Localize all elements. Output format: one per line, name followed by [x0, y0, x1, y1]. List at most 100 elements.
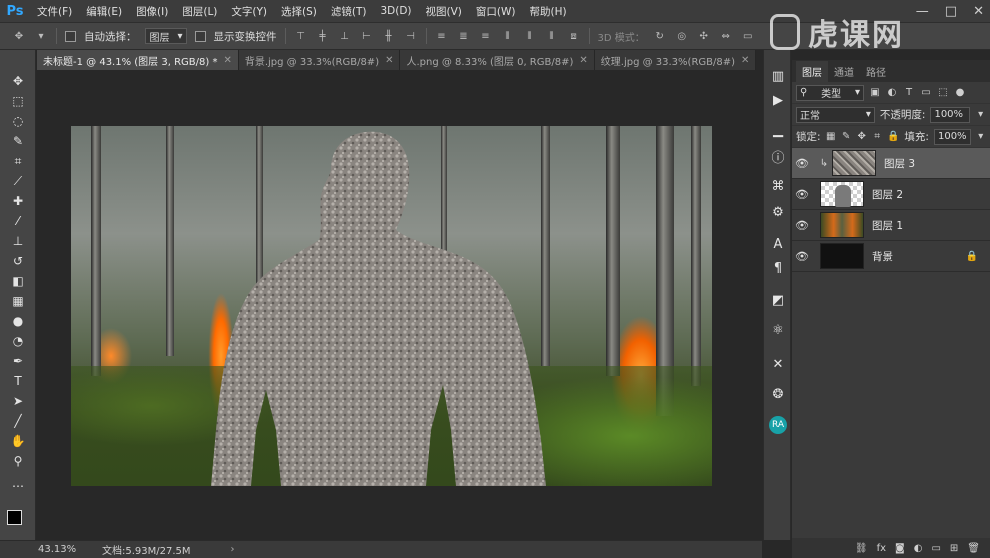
3d-roll-icon[interactable]: ◎: [675, 30, 689, 42]
color-swatches[interactable]: [7, 510, 31, 536]
layer-name[interactable]: 图层 1: [872, 218, 903, 233]
tab-background-jpg[interactable]: 背景.jpg @ 33.3%(RGB/8#) ✕: [238, 50, 401, 70]
menu-type[interactable]: 文字(Y): [224, 4, 274, 19]
menu-layer[interactable]: 图层(L): [175, 4, 224, 19]
tool-preset-dropdown-icon[interactable]: ▾: [34, 30, 48, 42]
tab-layers[interactable]: 图层: [796, 61, 828, 82]
lasso-tool-icon[interactable]: ◌: [8, 112, 28, 130]
auto-align-icon[interactable]: ⧈: [567, 30, 581, 42]
tools-x-icon[interactable]: ✕: [768, 354, 788, 374]
layer-name[interactable]: 背景: [872, 249, 893, 264]
layer-row-background[interactable]: 👁 背景 🔒: [792, 241, 990, 272]
move-tool-icon[interactable]: ✥: [8, 72, 28, 90]
show-transform-checkbox[interactable]: [194, 30, 206, 42]
tab-channels[interactable]: 通道: [828, 61, 860, 82]
close-icon[interactable]: ✕: [385, 55, 393, 66]
align-top-icon[interactable]: ⊤: [294, 30, 308, 42]
foreground-color[interactable]: [7, 510, 22, 525]
align-bottom-icon[interactable]: ⊥: [338, 30, 352, 42]
lock-position-icon[interactable]: ✥: [856, 131, 866, 143]
distribute-vcenter-icon[interactable]: ≣: [457, 30, 471, 42]
more-tools-icon[interactable]: …: [8, 474, 28, 492]
3d-slide-icon[interactable]: ⇔: [719, 30, 733, 42]
menu-select[interactable]: 选择(S): [274, 4, 324, 19]
group-icon[interactable]: ▭: [931, 543, 940, 554]
paragraph-panel-icon[interactable]: ¶: [768, 258, 788, 278]
3d-orbit-icon[interactable]: ↻: [653, 30, 667, 42]
distribute-top-icon[interactable]: ≡: [435, 30, 449, 42]
history-panel-icon[interactable]: ▥: [768, 66, 788, 86]
layer-filter-kind-select[interactable]: ⚲ 类型 ▾: [796, 84, 864, 101]
fill-input[interactable]: 100%: [933, 128, 971, 145]
character-panel-icon[interactable]: A: [768, 234, 788, 254]
menu-file[interactable]: 文件(F): [30, 4, 79, 19]
pen-tool-icon[interactable]: ✒: [8, 352, 28, 370]
status-menu-arrow[interactable]: ›: [231, 544, 235, 555]
filter-smart-object-icon[interactable]: ⬚: [937, 87, 949, 99]
align-hcenter-icon[interactable]: ╫: [382, 30, 396, 42]
3d-panel-icon[interactable]: ⚛: [768, 320, 788, 340]
new-layer-icon[interactable]: ⊞: [950, 543, 958, 554]
lock-transparent-icon[interactable]: ▦: [826, 131, 836, 143]
lock-paint-icon[interactable]: ✎: [841, 131, 851, 143]
blend-mode-select[interactable]: 正常 ▾: [796, 106, 875, 123]
menu-view[interactable]: 视图(V): [419, 4, 469, 19]
chevron-down-icon[interactable]: ▾: [975, 109, 986, 121]
mask-icon[interactable]: ◙: [895, 543, 905, 554]
blur-tool-icon[interactable]: ●: [8, 312, 28, 330]
zoom-level[interactable]: 43.13%: [38, 544, 78, 555]
document-canvas[interactable]: [71, 126, 712, 486]
auto-select-dropdown[interactable]: 图层 ▾: [144, 28, 187, 44]
filter-adjustment-icon[interactable]: ◐: [886, 87, 898, 99]
filter-pixel-icon[interactable]: ▣: [869, 87, 881, 99]
close-icon[interactable]: ✕: [223, 55, 231, 66]
3d-pan-icon[interactable]: ✣: [697, 30, 711, 42]
trash-icon[interactable]: 🗑: [967, 543, 980, 554]
clone-stamp-tool-icon[interactable]: ⊥: [8, 232, 28, 250]
menu-window[interactable]: 窗口(W): [469, 4, 523, 19]
ra-plugin-icon[interactable]: RA: [769, 416, 787, 434]
hand-tool-icon[interactable]: ✋: [8, 432, 28, 450]
eraser-tool-icon[interactable]: ◧: [8, 272, 28, 290]
close-icon[interactable]: ✕: [579, 55, 587, 66]
healing-brush-tool-icon[interactable]: ✚: [8, 192, 28, 210]
lock-all-icon[interactable]: 🔒: [887, 131, 899, 143]
eye-icon[interactable]: 👁: [792, 219, 812, 232]
close-icon[interactable]: ✕: [741, 55, 749, 66]
menu-3d[interactable]: 3D(D): [373, 5, 418, 17]
gradient-tool-icon[interactable]: ▦: [8, 292, 28, 310]
fx-icon[interactable]: fx: [877, 543, 886, 554]
line-tool-icon[interactable]: ╱: [8, 412, 28, 430]
eyedropper-tool-icon[interactable]: ⟋: [8, 172, 28, 190]
path-selection-tool-icon[interactable]: ➤: [8, 392, 28, 410]
auto-select-checkbox[interactable]: [65, 30, 76, 42]
menu-help[interactable]: 帮助(H): [523, 4, 574, 19]
adjustment-icon[interactable]: ◐: [914, 543, 923, 554]
type-tool-icon[interactable]: T: [8, 372, 28, 390]
distribute-right-icon[interactable]: ⦀: [545, 30, 559, 42]
crop-tool-icon[interactable]: ⌗: [8, 152, 28, 170]
histogram-panel-icon[interactable]: ▁: [768, 120, 788, 140]
brush-tool-icon[interactable]: ⁄: [8, 212, 28, 230]
layer-name[interactable]: 图层 2: [872, 187, 903, 202]
align-vcenter-icon[interactable]: ╪: [316, 30, 330, 42]
tab-paths[interactable]: 路径: [860, 61, 892, 82]
actions-panel-icon[interactable]: ▶: [768, 90, 788, 110]
layer-row-layer-3[interactable]: 👁 ↳ 图层 3: [792, 148, 990, 179]
distribute-left-icon[interactable]: ⦀: [501, 30, 515, 42]
chevron-down-icon[interactable]: ▾: [976, 131, 986, 143]
brush-settings-icon[interactable]: ⌘: [768, 176, 788, 196]
zoom-tool-icon[interactable]: ⚲: [8, 452, 28, 470]
tab-person-png[interactable]: 人.png @ 8.33% (图层 0, RGB/8#) ✕: [400, 50, 595, 70]
menu-image[interactable]: 图像(I): [129, 4, 175, 19]
tab-texture-jpg[interactable]: 纹理.jpg @ 33.3%(RGB/8#) ✕: [594, 50, 757, 70]
photoshop-logo[interactable]: Ps: [0, 0, 30, 22]
swatches-panel-icon[interactable]: ❂: [768, 384, 788, 404]
align-right-icon[interactable]: ⊣: [404, 30, 418, 42]
tab-untitled-1[interactable]: 未标题-1 @ 43.1% (图层 3, RGB/8) * ✕: [37, 50, 239, 70]
layer-row-layer-2[interactable]: 👁 图层 2: [792, 179, 990, 210]
info-panel-icon[interactable]: ⓘ: [768, 146, 788, 166]
eye-icon[interactable]: 👁: [792, 157, 812, 170]
dodge-tool-icon[interactable]: ◔: [8, 332, 28, 350]
filter-toggle-icon[interactable]: ●: [954, 87, 966, 99]
